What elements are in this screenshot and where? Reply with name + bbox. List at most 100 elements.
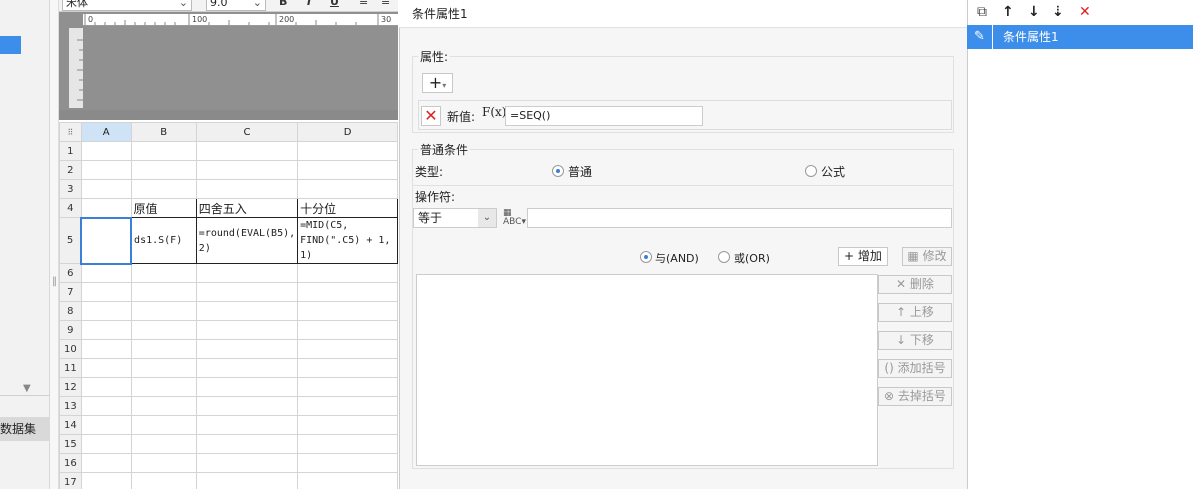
cell[interactable]: [297, 179, 398, 199]
delete-attribute-icon[interactable]: ✕: [421, 106, 441, 126]
cell[interactable]: [130, 320, 197, 340]
row-header[interactable]: 2: [59, 160, 82, 180]
modify-condition-button[interactable]: ▦ 修改: [902, 247, 952, 266]
cell[interactable]: [297, 358, 398, 378]
panel-splitter[interactable]: [50, 0, 59, 489]
chevron-down-icon[interactable]: ▼: [23, 384, 35, 394]
cell-d5[interactable]: =MID(C5, FIND(".C5) + 1, 1): [297, 217, 398, 264]
cell[interactable]: [130, 453, 197, 473]
cell[interactable]: [297, 434, 398, 454]
cell[interactable]: [195, 320, 299, 340]
cell[interactable]: [80, 301, 132, 321]
type-normal-radio[interactable]: [552, 165, 564, 177]
operator-value-field[interactable]: [527, 208, 952, 228]
cell[interactable]: [297, 263, 398, 283]
italic-button[interactable]: I: [307, 0, 311, 8]
row-header[interactable]: 3: [59, 179, 82, 199]
move-down-button[interactable]: ↓ 下移: [878, 331, 952, 350]
cell[interactable]: [297, 339, 398, 359]
cell[interactable]: [130, 179, 197, 199]
cell[interactable]: [297, 141, 398, 161]
cell[interactable]: [195, 301, 299, 321]
cell[interactable]: [297, 301, 398, 321]
column-header[interactable]: B: [130, 122, 197, 142]
cell[interactable]: [80, 339, 132, 359]
cell[interactable]: [130, 301, 197, 321]
cell[interactable]: [130, 377, 197, 397]
cell[interactable]: [297, 160, 398, 180]
operator-select[interactable]: 等于 ⌄: [413, 208, 497, 228]
cell[interactable]: [130, 160, 197, 180]
cell[interactable]: [297, 320, 398, 340]
move-bottom-icon[interactable]: ⇣: [1052, 3, 1064, 21]
condition-item-selected[interactable]: [967, 25, 1193, 49]
column-header[interactable]: A: [80, 122, 132, 142]
row-header[interactable]: 6: [59, 263, 82, 283]
cell[interactable]: [195, 472, 299, 489]
cell[interactable]: [130, 472, 197, 489]
column-header[interactable]: C: [195, 122, 299, 142]
and-radio[interactable]: [640, 251, 652, 263]
row-header[interactable]: 5: [59, 217, 82, 264]
cell[interactable]: [297, 472, 398, 489]
font-family-select[interactable]: 宋体 ⌄: [62, 0, 192, 11]
cell[interactable]: [195, 141, 299, 161]
value-type-icon[interactable]: ▦ ABC▾: [503, 209, 526, 227]
column-header[interactable]: D: [297, 122, 398, 142]
underline-button[interactable]: U: [330, 0, 339, 8]
align-center-icon[interactable]: ≡: [381, 0, 390, 8]
cell[interactable]: [80, 282, 132, 302]
cell[interactable]: [130, 415, 197, 435]
arrow-up-icon[interactable]: ↑: [1002, 3, 1014, 21]
cell[interactable]: [195, 415, 299, 435]
splitter-grip-icon[interactable]: ‖: [52, 276, 57, 290]
cell[interactable]: [80, 263, 132, 283]
align-left-icon[interactable]: ≡: [359, 0, 368, 8]
cell[interactable]: [80, 415, 132, 435]
cell[interactable]: [195, 160, 299, 180]
cell-b4[interactable]: 原值: [130, 198, 197, 218]
cell[interactable]: [130, 434, 197, 454]
cell[interactable]: [130, 141, 197, 161]
spreadsheet-grid[interactable]: ⠿ A B C D 1 2 3 4 原值 四舍五入 十分位 5 ds1.S(F)…: [59, 122, 398, 489]
cell[interactable]: [195, 453, 299, 473]
arrow-down-icon[interactable]: ↓: [1028, 3, 1040, 21]
cell[interactable]: [297, 415, 398, 435]
row-header[interactable]: 12: [59, 377, 82, 397]
condition-list[interactable]: [416, 274, 878, 466]
cell[interactable]: [80, 396, 132, 416]
add-condition-button[interactable]: + 增加: [838, 247, 888, 266]
row-header[interactable]: 11: [59, 358, 82, 378]
row-header[interactable]: 17: [59, 472, 82, 489]
add-parenthesis-button[interactable]: () 添加括号: [878, 359, 952, 378]
cell[interactable]: [80, 377, 132, 397]
cell[interactable]: [195, 179, 299, 199]
row-header[interactable]: 4: [59, 198, 82, 218]
copy-icon[interactable]: ⧉: [977, 3, 987, 21]
cell[interactable]: [195, 358, 299, 378]
row-header[interactable]: 10: [59, 339, 82, 359]
new-value-field[interactable]: =SEQ(): [505, 106, 703, 126]
cell[interactable]: [195, 396, 299, 416]
cell[interactable]: [130, 358, 197, 378]
delete-icon[interactable]: ✕: [1079, 3, 1091, 21]
row-header[interactable]: 16: [59, 453, 82, 473]
cell[interactable]: [80, 320, 132, 340]
cell[interactable]: [80, 160, 132, 180]
cell[interactable]: [297, 396, 398, 416]
row-header[interactable]: 13: [59, 396, 82, 416]
left-selected-item[interactable]: [0, 36, 21, 54]
cell[interactable]: [130, 396, 197, 416]
cell[interactable]: [297, 282, 398, 302]
cell-c4[interactable]: 四舍五入: [195, 198, 299, 218]
sheet-table[interactable]: ⠿ A B C D 1 2 3 4 原值 四舍五入 十分位 5 ds1.S(F)…: [59, 122, 398, 489]
row-header[interactable]: 15: [59, 434, 82, 454]
cell[interactable]: [195, 263, 299, 283]
font-size-select[interactable]: 9.0 ⌄: [206, 0, 266, 11]
cell-d4[interactable]: 十分位: [297, 198, 398, 218]
row-header[interactable]: 1: [59, 141, 82, 161]
cell-a5-selected[interactable]: [80, 216, 133, 265]
cell[interactable]: [130, 263, 197, 283]
cell[interactable]: [80, 434, 132, 454]
cell[interactable]: [297, 377, 398, 397]
